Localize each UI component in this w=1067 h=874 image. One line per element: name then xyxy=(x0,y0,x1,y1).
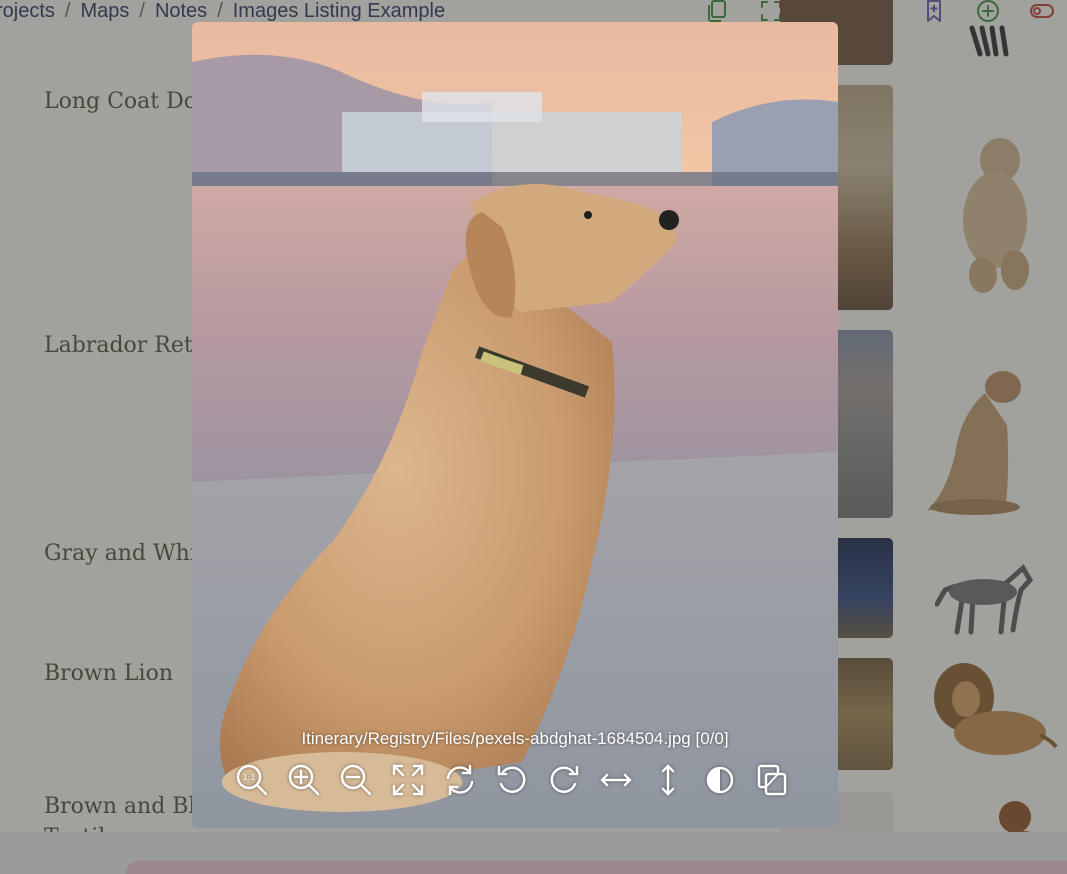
fit-screen-button[interactable] xyxy=(388,760,428,800)
rotate-button[interactable] xyxy=(440,760,480,800)
zoom-in-button[interactable] xyxy=(284,760,324,800)
fit-screen-icon xyxy=(392,764,424,796)
image-viewer: Itinerary/Registry/Files/pexels-abdghat-… xyxy=(192,22,838,828)
zoom-reset-button[interactable]: 1:1 xyxy=(232,760,272,800)
flip-vertical-icon xyxy=(661,764,675,796)
flip-horizontal-icon xyxy=(600,773,632,787)
rotate-left-button[interactable] xyxy=(492,760,532,800)
copy-image-button[interactable] xyxy=(752,760,792,800)
copy-image-icon xyxy=(757,764,787,796)
image-caption: Itinerary/Registry/Files/pexels-abdghat-… xyxy=(301,729,729,748)
invert-colors-icon xyxy=(706,766,734,794)
zoom-in-icon xyxy=(288,764,320,796)
dog-photo xyxy=(192,22,838,828)
invert-colors-button[interactable] xyxy=(700,760,740,800)
zoom-reset-glyph: 1:1 xyxy=(243,773,256,782)
rotate-right-icon xyxy=(550,765,579,793)
zoom-reset-icon: 1:1 xyxy=(236,764,268,796)
rotate-icon xyxy=(446,764,474,796)
rotate-right-button[interactable] xyxy=(544,760,584,800)
rotate-left-icon xyxy=(497,765,526,793)
flip-horizontal-button[interactable] xyxy=(596,760,636,800)
flip-vertical-button[interactable] xyxy=(648,760,688,800)
zoom-out-icon xyxy=(340,764,372,796)
zoom-out-button[interactable] xyxy=(336,760,376,800)
